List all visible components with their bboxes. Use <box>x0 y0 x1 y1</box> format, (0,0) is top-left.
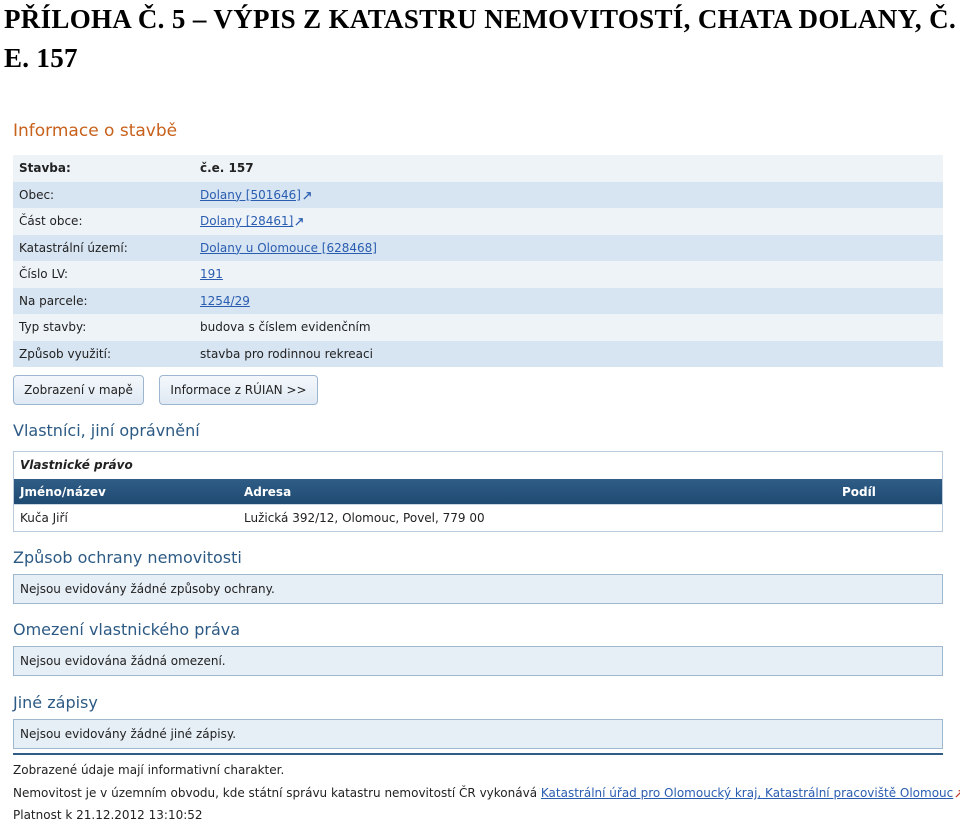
ruian-info-button[interactable]: Informace z RÚIAN >> <box>159 375 318 405</box>
authority-prefix: Nemovitost je v územním obvodu, kde stát… <box>13 786 538 800</box>
external-link-icon[interactable] <box>955 789 960 798</box>
informative-note: Zobrazené údaje mají informativní charak… <box>13 763 285 777</box>
validity-timestamp: Platnost k 21.12.2012 13:10:52 <box>13 808 203 822</box>
owners-header-row: Jméno/název Adresa Podíl <box>14 479 942 504</box>
info-label: Stavba: <box>19 161 71 176</box>
info-row-municipality-part: Část obce: Dolany [28461] <box>13 208 943 235</box>
owners-heading: Vlastníci, jiní oprávnění <box>13 421 200 440</box>
info-label: Číslo LV: <box>19 267 69 282</box>
building-info-table: Stavba: č.e. 157 Obec: Dolany [501646] Č… <box>13 155 943 367</box>
column-header-address: Adresa <box>244 484 292 499</box>
protection-note: Nejsou evidovány žádné způsoby ochrany. <box>13 574 943 604</box>
lv-number-link[interactable]: 191 <box>200 267 223 281</box>
document-title: PŘÍLOHA Č. 5 – VÝPIS Z KATASTRU NEMOVITO… <box>4 4 956 73</box>
info-row-cadastral-area: Katastrální území: Dolany u Olomouce [62… <box>13 234 943 261</box>
info-row-building-type: Typ stavby: budova s číslem evidenčním <box>13 314 943 341</box>
owners-table: Vlastnické právo Jméno/název Adresa Podí… <box>13 451 943 532</box>
column-header-share: Podíl <box>842 484 876 499</box>
other-records-heading: Jiné zápisy <box>13 693 98 712</box>
info-value: stavba pro rodinnou rekreaci <box>200 346 373 361</box>
external-link-icon[interactable] <box>295 217 304 226</box>
owner-name: Kuča Jiří <box>20 511 68 525</box>
municipality-link[interactable]: Dolany [501646] <box>200 188 301 202</box>
info-row-parcel: Na parcele: 1254/29 <box>13 287 943 314</box>
authority-link[interactable]: Katastrální úřad pro Olomoucký kraj, Kat… <box>541 786 953 800</box>
restrictions-heading: Omezení vlastnického práva <box>13 620 241 639</box>
info-label: Katastrální území: <box>19 240 128 255</box>
external-link-icon[interactable] <box>303 191 312 200</box>
parcel-link[interactable]: 1254/29 <box>200 294 250 308</box>
info-row-building: Stavba: č.e. 157 <box>13 155 943 182</box>
info-value: budova s číslem evidenčním <box>200 320 371 335</box>
restrictions-note: Nejsou evidována žádná omezení. <box>13 646 943 676</box>
info-label: Část obce: <box>19 214 83 229</box>
column-header-name: Jméno/název <box>20 484 106 499</box>
protection-heading: Způsob ochrany nemovitosti <box>13 548 242 567</box>
info-row-usage: Způsob využití: stavba pro rodinnou rekr… <box>13 340 943 367</box>
info-row-lv-number: Číslo LV: 191 <box>13 261 943 288</box>
footer-divider <box>13 753 943 755</box>
authority-line: Nemovitost je v územním obvodu, kde stát… <box>13 786 960 800</box>
info-row-municipality: Obec: Dolany [501646] <box>13 181 943 208</box>
owner-address: Lužická 392/12, Olomouc, Povel, 779 00 <box>244 511 485 525</box>
other-records-note: Nejsou evidovány žádné jiné zápisy. <box>13 719 943 749</box>
municipality-part-link[interactable]: Dolany [28461] <box>200 214 293 228</box>
building-info-heading: Informace o stavbě <box>13 121 178 141</box>
show-in-map-button[interactable]: Zobrazení v mapě <box>13 375 144 405</box>
info-label: Obec: <box>19 187 55 202</box>
table-row: Kuča Jiří Lužická 392/12, Olomouc, Povel… <box>14 504 942 531</box>
info-label: Způsob využití: <box>19 346 111 361</box>
info-label: Na parcele: <box>19 293 88 308</box>
owners-caption: Vlastnické právo <box>14 452 942 479</box>
info-label: Typ stavby: <box>19 320 87 335</box>
cadastral-area-link[interactable]: Dolany u Olomouce [628468] <box>200 241 377 255</box>
info-value: č.e. 157 <box>200 161 254 176</box>
